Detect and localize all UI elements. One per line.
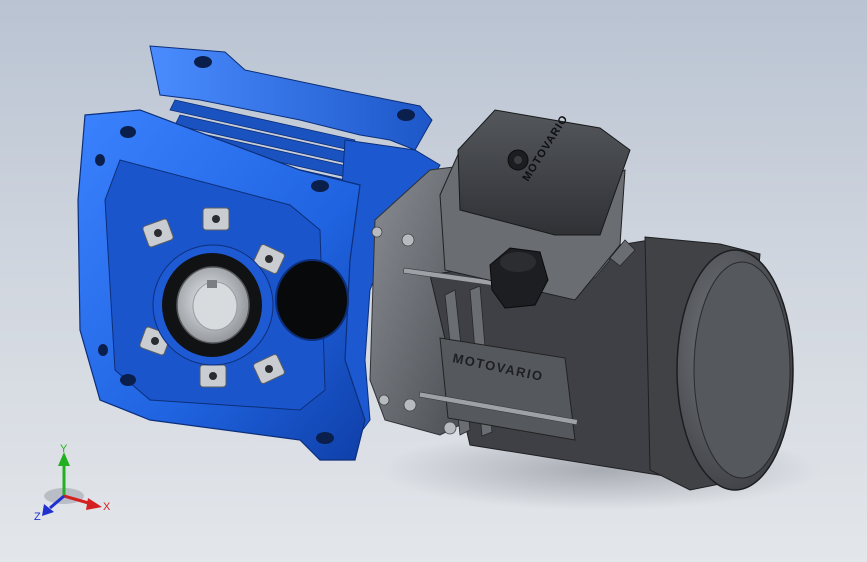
terminal-box-lid[interactable]: [457, 109, 631, 236]
fan-cover[interactable]: [644, 236, 794, 491]
z-axis-label: Z: [34, 511, 41, 523]
gearmotor-model[interactable]: MOTOVARIO MOTOVARIO: [0, 0, 867, 562]
x-axis-label: X: [103, 501, 111, 513]
3d-viewport[interactable]: MOTOVARIO MOTOVARIO Y X Z: [0, 0, 867, 562]
secondary-bore: [275, 259, 349, 341]
y-axis-label: Y: [60, 444, 68, 455]
coordinate-triad: Y X Z: [34, 444, 111, 523]
output-hollow-shaft[interactable]: [152, 244, 274, 366]
x-axis-arrow-icon: [86, 498, 102, 510]
